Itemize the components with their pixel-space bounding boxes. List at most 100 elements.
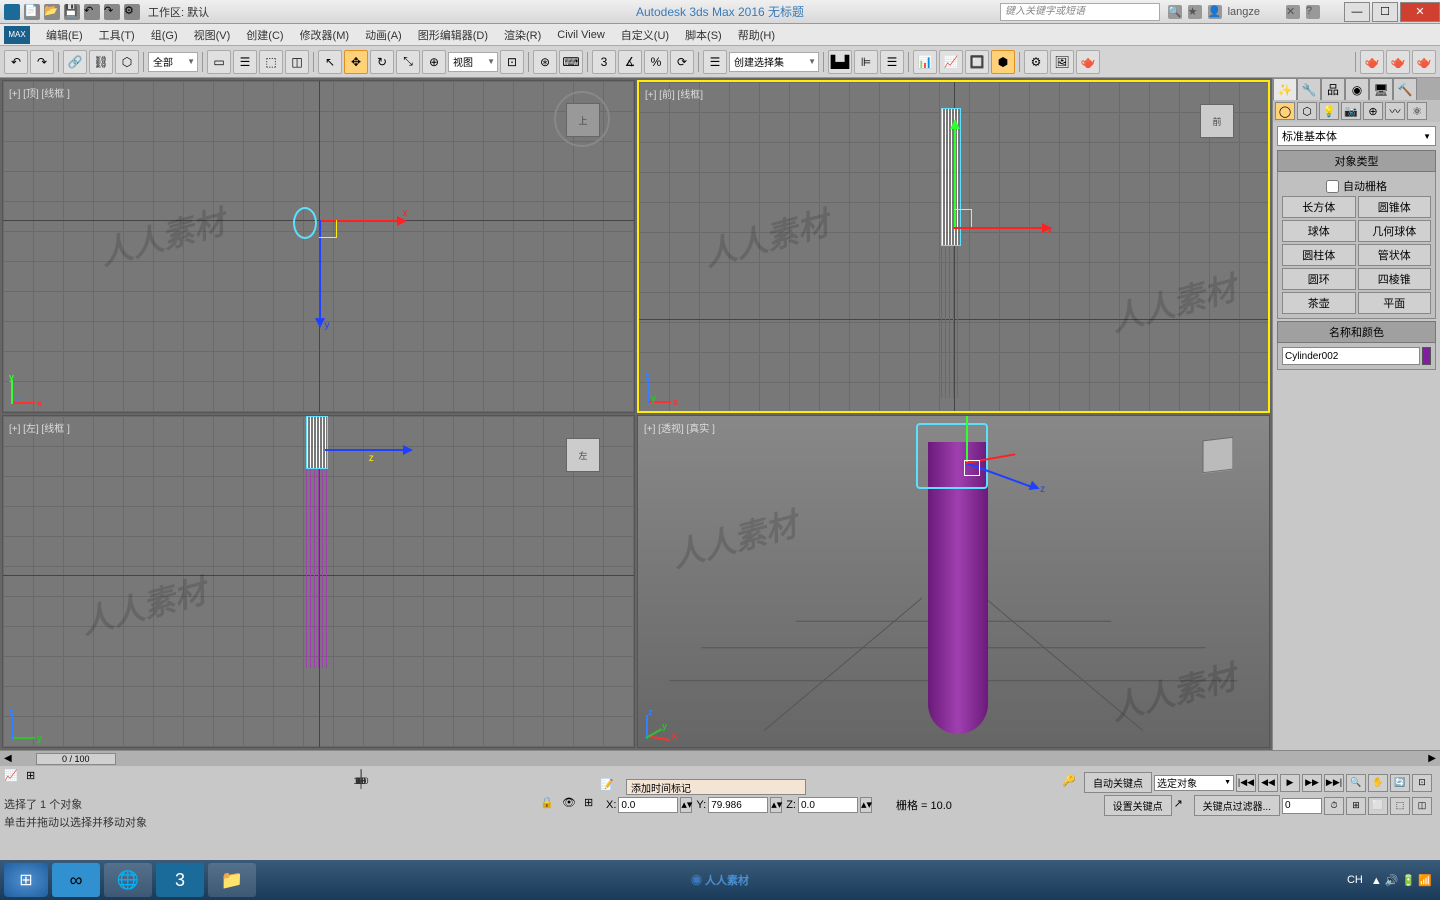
time-tag-input[interactable]: [626, 779, 806, 795]
select-region-button[interactable]: ⬚: [259, 50, 283, 74]
scale-button[interactable]: ⤡: [396, 50, 420, 74]
ribbon-button[interactable]: 📊: [913, 50, 937, 74]
quick-render-button[interactable]: 🫖: [1412, 50, 1436, 74]
render-iterative-button[interactable]: 🫖: [1386, 50, 1410, 74]
edit-selection-button[interactable]: ☰: [703, 50, 727, 74]
display-tab[interactable]: 🖥: [1369, 78, 1393, 100]
rollout-header[interactable]: 对象类型: [1277, 150, 1436, 172]
viewport-top[interactable]: [+] [顶] [线框 ] x y 上 x y z 人人素材: [2, 80, 635, 413]
workspace-label[interactable]: 工作区: 默认: [148, 4, 209, 20]
nav-zoom-button[interactable]: 🔍: [1346, 774, 1366, 792]
select-object-button[interactable]: ↖: [318, 50, 342, 74]
hierarchy-tab[interactable]: 品: [1321, 78, 1345, 100]
goto-start-button[interactable]: |◀◀: [1236, 774, 1256, 792]
spinner-icon[interactable]: ▴▾: [680, 797, 692, 813]
select-button[interactable]: ▭: [207, 50, 231, 74]
set-key-button[interactable]: 设置关键点: [1104, 795, 1172, 816]
menu-modifier[interactable]: 修改器(M): [292, 27, 358, 43]
lock-selection-icon[interactable]: 🔒: [540, 796, 558, 814]
utilities-tab[interactable]: 🔨: [1393, 78, 1417, 100]
viewport-left[interactable]: [+] [左] [线框 ] z 左 y z 人人素材: [2, 415, 635, 748]
start-button[interactable]: ⊞: [4, 863, 48, 897]
link-button[interactable]: 🔗: [63, 50, 87, 74]
taskbar-chrome[interactable]: 🌐: [104, 863, 152, 897]
pyramid-button[interactable]: 四棱锥: [1358, 268, 1432, 290]
named-selection-dropdown[interactable]: 创建选择集: [729, 52, 819, 72]
cameras-tab[interactable]: 📷: [1341, 102, 1361, 120]
isolate-icon[interactable]: 👁: [562, 796, 580, 814]
z-input[interactable]: [798, 797, 858, 813]
scroll-left-icon[interactable]: ◀: [4, 753, 12, 764]
placement-button[interactable]: ⊕: [422, 50, 446, 74]
viewport-label-perspective[interactable]: [+] [透视] [真实 ]: [644, 420, 715, 435]
cone-button[interactable]: 圆锥体: [1358, 196, 1432, 218]
nav-zoom-ext-button[interactable]: ⬜: [1368, 797, 1388, 815]
render-production-button[interactable]: 🫖: [1360, 50, 1384, 74]
box-button[interactable]: 长方体: [1282, 196, 1356, 218]
play-button[interactable]: ▶: [1280, 774, 1300, 792]
open-icon[interactable]: 📂: [44, 4, 60, 20]
sphere-button[interactable]: 球体: [1282, 220, 1356, 242]
taskbar-app-1[interactable]: ∞: [52, 863, 100, 897]
undo-icon[interactable]: ↶: [84, 4, 100, 20]
viewport-label-front[interactable]: [+] [前] [线框]: [645, 86, 703, 101]
menu-help[interactable]: 帮助(H): [730, 27, 783, 43]
user-name[interactable]: langze: [1228, 6, 1260, 18]
pivot-button[interactable]: ⊡: [500, 50, 524, 74]
time-slider[interactable]: 0 / 100: [36, 753, 116, 765]
spinner-icon[interactable]: ▴▾: [860, 797, 872, 813]
angle-snap-button[interactable]: ∡: [618, 50, 642, 74]
menu-civil[interactable]: Civil View: [549, 29, 612, 41]
nav-max-button[interactable]: ◫: [1412, 797, 1432, 815]
material-editor-button[interactable]: ⬢: [991, 50, 1015, 74]
plane-button[interactable]: 平面: [1358, 292, 1432, 314]
view-cube-face[interactable]: 上: [566, 103, 600, 137]
redo-icon[interactable]: ↷: [104, 4, 120, 20]
mirror-button[interactable]: ▙▟: [828, 50, 852, 74]
app-icon[interactable]: [4, 4, 20, 20]
menu-view[interactable]: 视图(V): [186, 27, 239, 43]
help-search-input[interactable]: 键入关键字或短语: [1000, 3, 1160, 21]
x-input[interactable]: [618, 797, 678, 813]
spinner-icon[interactable]: ▴▾: [770, 797, 782, 813]
menu-edit[interactable]: 编辑(E): [38, 27, 91, 43]
spinner-snap-button[interactable]: ⟳: [670, 50, 694, 74]
cylinder-button[interactable]: 圆柱体: [1282, 244, 1356, 266]
render-frame-button[interactable]: 🖼: [1050, 50, 1074, 74]
menu-create[interactable]: 创建(C): [238, 27, 291, 43]
geosphere-button[interactable]: 几何球体: [1358, 220, 1432, 242]
filter-button[interactable]: ⊞: [26, 769, 46, 789]
modify-tab[interactable]: 🔧: [1297, 78, 1321, 100]
goto-end-button[interactable]: ▶▶|: [1324, 774, 1344, 792]
checkbox-icon[interactable]: [1326, 180, 1339, 193]
current-frame-input[interactable]: [1282, 798, 1322, 814]
render-setup-button[interactable]: ⚙: [1024, 50, 1048, 74]
script-listener-icon[interactable]: 📝: [600, 778, 618, 796]
nav-pan-button[interactable]: ✋: [1368, 774, 1388, 792]
menu-render[interactable]: 渲染(R): [496, 27, 549, 43]
new-icon[interactable]: 📄: [24, 4, 40, 20]
create-tab[interactable]: ✨: [1273, 78, 1297, 100]
binoculars-icon[interactable]: 🔍: [1168, 5, 1182, 19]
rollout-header[interactable]: 名称和颜色: [1277, 321, 1436, 343]
tube-button[interactable]: 管状体: [1358, 244, 1432, 266]
view-cube[interactable]: [1189, 426, 1249, 486]
viewport-front[interactable]: [+] [前] [线框] x 前 x z y 人人素材 人人素材: [637, 80, 1270, 413]
view-cube-face[interactable]: 前: [1200, 104, 1234, 138]
autogrid-checkbox[interactable]: 自动栅格: [1282, 176, 1431, 196]
bind-button[interactable]: ⬡: [115, 50, 139, 74]
spacewarps-tab[interactable]: 〰: [1385, 102, 1405, 120]
gizmo-plane[interactable]: [954, 209, 972, 227]
viewport-label-left[interactable]: [+] [左] [线框 ]: [9, 420, 70, 435]
key-tangent-icon[interactable]: ↗: [1174, 797, 1192, 815]
scroll-right-icon[interactable]: ▶: [1428, 753, 1436, 764]
category-dropdown[interactable]: 标准基本体: [1277, 126, 1436, 146]
selection-filter-dropdown[interactable]: 全部: [148, 52, 198, 72]
taskbar-explorer[interactable]: 📁: [208, 863, 256, 897]
nav-region-button[interactable]: ⬚: [1390, 797, 1410, 815]
minimize-button[interactable]: —: [1344, 2, 1370, 22]
help-icon[interactable]: ?: [1306, 5, 1320, 19]
render-button[interactable]: 🫖: [1076, 50, 1100, 74]
undo-button[interactable]: ↶: [4, 50, 28, 74]
view-cube-face[interactable]: 左: [566, 438, 600, 472]
